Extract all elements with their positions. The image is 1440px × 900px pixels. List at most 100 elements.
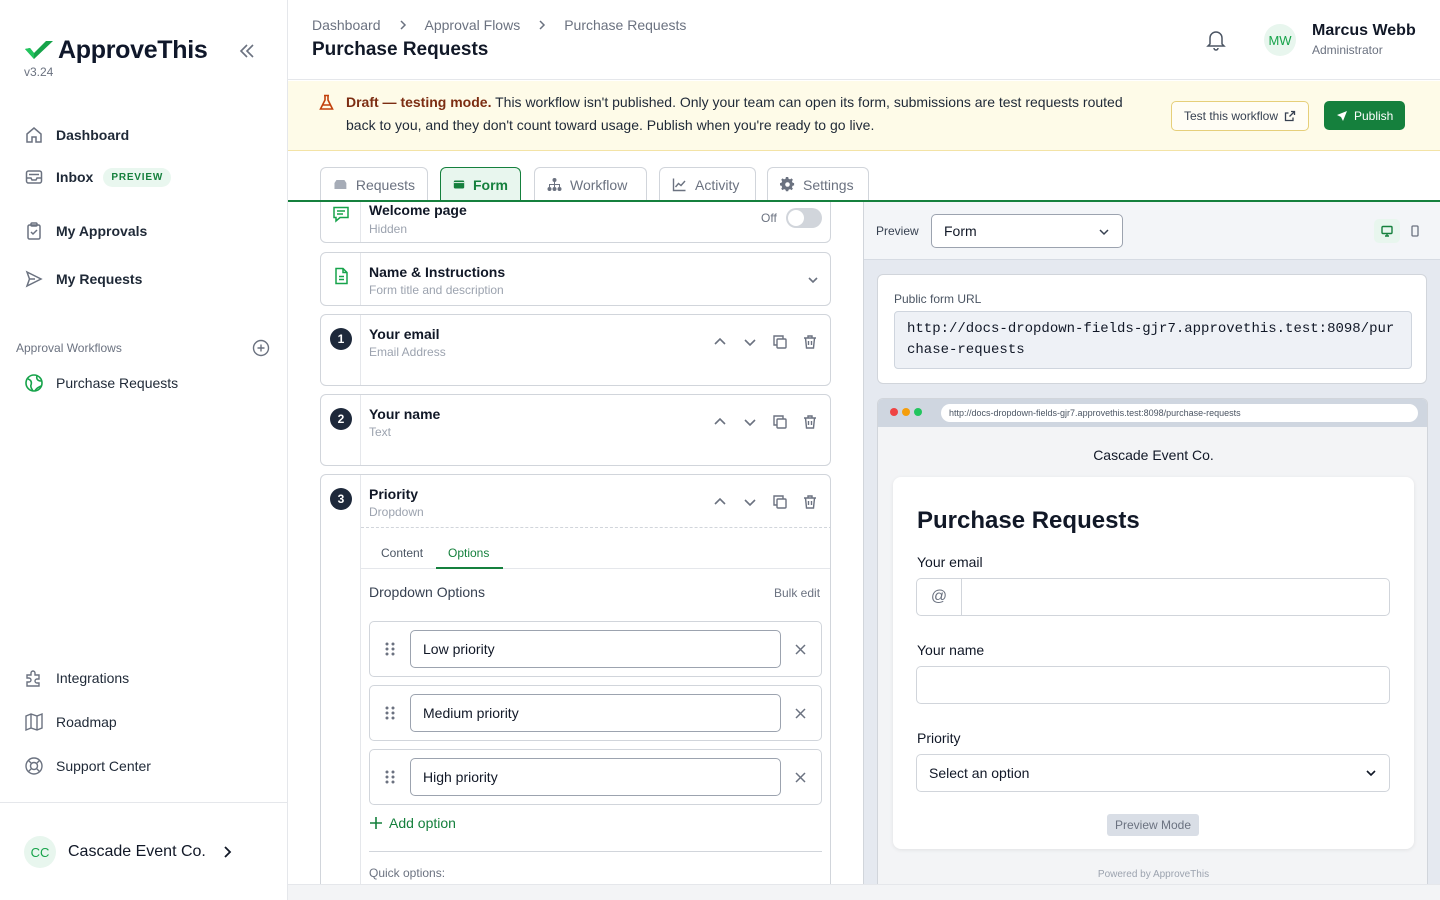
chevron-up-icon[interactable] (712, 494, 728, 510)
chevron-up-icon[interactable] (712, 414, 728, 430)
nav-label: Support Center (56, 758, 151, 774)
nav-label: Roadmap (56, 714, 117, 730)
field-card-expanded[interactable]: 3 Priority Dropdown Content Options Drop… (320, 474, 831, 884)
tab-workflow[interactable]: Workflow (534, 167, 647, 201)
user-name[interactable]: Marcus Webb (1312, 22, 1416, 40)
name-instructions-card[interactable]: Name & Instructions Form title and descr… (320, 252, 831, 306)
approval-workflows-label: Approval Workflows (16, 341, 122, 355)
at-sign-icon: @ (917, 579, 962, 615)
name-input[interactable] (916, 666, 1390, 704)
tab-settings[interactable]: Settings (767, 167, 869, 201)
drag-handle-icon[interactable] (384, 769, 396, 785)
preview-toolbar: Preview Form (864, 202, 1440, 260)
field-card[interactable]: 2 Your name Text (320, 394, 831, 466)
tab-requests[interactable]: Requests (320, 167, 428, 201)
nav-support-center[interactable]: Support Center (24, 756, 151, 776)
chevron-down-icon[interactable] (742, 414, 758, 430)
nav-label: Dashboard (56, 127, 130, 143)
nav-integrations[interactable]: Integrations (24, 668, 129, 688)
collapse-sidebar-icon[interactable] (236, 40, 258, 62)
add-workflow-icon[interactable] (252, 339, 270, 357)
org-switcher[interactable]: CC Cascade Event Co. (24, 836, 234, 868)
close-icon[interactable] (794, 771, 807, 784)
option-row: Medium priority (369, 685, 822, 741)
chevron-down-icon (1099, 229, 1109, 236)
workflow-purchase-requests[interactable]: Purchase Requests (24, 373, 178, 393)
nav-my-approvals[interactable]: My Approvals (24, 221, 147, 241)
breadcrumb-dashboard[interactable]: Dashboard (312, 17, 381, 33)
divider (369, 851, 822, 852)
nav-inbox[interactable]: Inbox PREVIEW (24, 167, 172, 187)
card-rail: 3 (321, 475, 361, 884)
window-dot-red (890, 408, 898, 416)
field-title: Your name (369, 406, 441, 422)
close-icon[interactable] (794, 707, 807, 720)
chevron-down-icon[interactable] (742, 494, 758, 510)
org-name: Cascade Event Co. (68, 843, 206, 860)
chevron-up-icon[interactable] (712, 334, 728, 350)
breadcrumb-approval-flows[interactable]: Approval Flows (425, 17, 521, 33)
trash-icon[interactable] (802, 494, 818, 510)
welcome-page-card[interactable]: Welcome page Hidden Off (320, 202, 831, 243)
add-option-button[interactable]: Add option (369, 815, 456, 831)
tab-form[interactable]: Form (440, 167, 521, 201)
welcome-toggle[interactable] (786, 208, 822, 228)
public-url-card: Public form URL http://docs-dropdown-fie… (877, 274, 1427, 384)
dropdown-options-title: Dropdown Options (369, 584, 485, 600)
user-avatar[interactable]: MW (1264, 24, 1296, 56)
chevron-down-icon[interactable] (742, 334, 758, 350)
banner-strong: Draft — testing mode. (346, 94, 492, 110)
option-input[interactable]: High priority (410, 758, 781, 796)
priority-select[interactable]: Select an option (916, 754, 1390, 792)
public-url-value[interactable]: http://docs-dropdown-fields-gjr7.approve… (894, 311, 1412, 369)
name-label: Your name (917, 642, 985, 658)
plus-icon (370, 817, 382, 829)
external-link-icon (1284, 110, 1296, 122)
tab-label: Activity (695, 176, 740, 193)
option-input[interactable]: Low priority (410, 630, 781, 668)
tab-label: Workflow (570, 176, 628, 193)
rocket-icon (1337, 110, 1347, 121)
trash-icon[interactable] (802, 334, 818, 350)
tab-activity[interactable]: Activity (659, 167, 756, 201)
duplicate-icon[interactable] (772, 334, 788, 350)
form-icon (453, 180, 465, 189)
nav-label: My Approvals (56, 223, 148, 239)
tab-label: Settings (803, 176, 854, 193)
window-dot-yellow (902, 408, 910, 416)
chevron-down-icon[interactable] (806, 273, 820, 287)
bell-icon[interactable] (1206, 29, 1226, 51)
preview-mode-select[interactable]: Form (931, 214, 1123, 248)
breadcrumb: Dashboard Approval Flows Purchase Reques… (312, 17, 686, 33)
drag-handle-icon[interactable] (384, 641, 396, 657)
mobile-view-button[interactable] (1404, 219, 1426, 243)
app-logo[interactable]: ApproveThis (24, 36, 208, 65)
test-workflow-button[interactable]: Test this workflow (1171, 101, 1310, 131)
field-card[interactable]: 1 Your email Email Address (320, 314, 831, 386)
welcome-title: Welcome page (369, 202, 467, 218)
drag-handle-icon[interactable] (384, 705, 396, 721)
duplicate-icon[interactable] (772, 494, 788, 510)
close-icon[interactable] (794, 643, 807, 656)
bulk-edit-link[interactable]: Bulk edit (774, 586, 820, 600)
trash-icon[interactable] (802, 414, 818, 430)
email-input[interactable]: @ (916, 578, 1390, 616)
nav-dashboard[interactable]: Dashboard (24, 125, 129, 145)
app-name: ApproveThis (58, 36, 208, 64)
browser-url: http://docs-dropdown-fields-gjr7.approve… (941, 404, 1418, 422)
preview-mode-badge: Preview Mode (1107, 814, 1199, 836)
option-input[interactable]: Medium priority (410, 694, 781, 732)
subtab-content[interactable]: Content (381, 546, 423, 560)
sidebar: ApproveThis v3.24 Dashboard Inbox PREVIE… (0, 0, 288, 900)
preview-company: Cascade Event Co. (1093, 447, 1214, 463)
nav-label: Integrations (56, 670, 130, 686)
nav-my-requests[interactable]: My Requests (24, 269, 142, 289)
publish-button[interactable]: Publish (1324, 101, 1406, 130)
powered-by: Powered by ApproveThis (1097, 869, 1210, 880)
nav-roadmap[interactable]: Roadmap (24, 712, 117, 732)
desktop-view-button[interactable] (1374, 219, 1400, 243)
nav-label: Inbox (56, 169, 94, 185)
duplicate-icon[interactable] (772, 414, 788, 430)
document-icon (335, 267, 348, 285)
subtab-options[interactable]: Options (448, 546, 489, 560)
